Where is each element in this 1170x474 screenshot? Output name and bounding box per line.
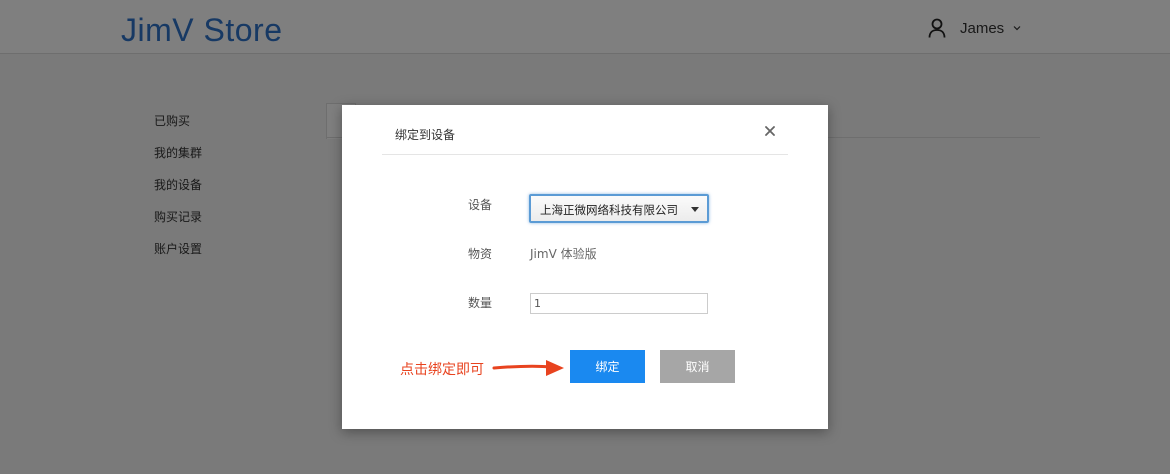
material-label: 物资 xyxy=(468,247,493,261)
modal-title: 绑定到设备 xyxy=(395,128,456,142)
annotation-text: 点击绑定即可 xyxy=(400,362,484,378)
device-label: 设备 xyxy=(468,198,493,212)
bind-button[interactable]: 绑定 xyxy=(570,350,645,383)
close-icon[interactable] xyxy=(762,123,778,139)
modal-header-divider xyxy=(382,154,788,155)
quantity-label: 数量 xyxy=(468,296,493,310)
quantity-input[interactable] xyxy=(530,293,708,314)
material-value: JimV 体验版 xyxy=(530,247,597,261)
arrow-right-icon xyxy=(492,360,564,376)
device-selected-value: 上海正微网络科技有限公司 xyxy=(540,203,678,217)
device-select[interactable]: 上海正微网络科技有限公司 xyxy=(529,194,709,223)
cancel-button[interactable]: 取消 xyxy=(660,350,735,383)
bind-device-modal: 绑定到设备 设备 上海正微网络科技有限公司 物资 JimV 体验版 数量 绑定 … xyxy=(342,105,828,429)
caret-down-icon xyxy=(691,207,699,212)
